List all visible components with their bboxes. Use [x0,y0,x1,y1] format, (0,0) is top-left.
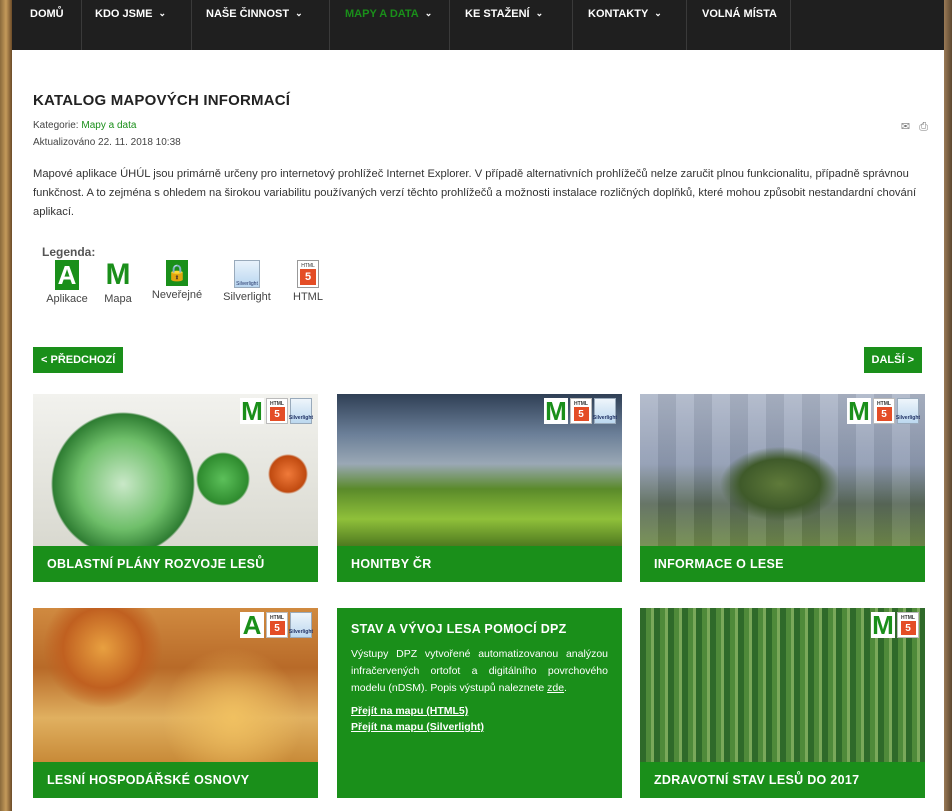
silverlight-icon: Silverlight [288,398,314,424]
legend-label: Neveřejné [151,289,203,301]
html5-icon-five: 5 [300,269,316,285]
html5-icon-five: 5 [269,621,285,635]
html5-icon: HTML 5 [266,398,288,424]
nav-home[interactable]: DOMŮ [12,0,82,50]
legend-item-silverlight: Silverlight Silverlight [212,260,282,303]
legend-item-html: HTML 5 HTML [288,260,328,303]
map-icon: M [871,609,895,640]
nav-about-label: KDO JSME [95,8,153,20]
card-title: OBLASTNÍ PLÁNY ROZVOJE LESŮ [33,546,318,582]
card-title: LESNÍ HOSPODÁŘSKÉ OSNOVY [33,762,318,798]
card-title: HONITBY ČR [337,546,622,582]
nav-downloads-label: KE STAŽENÍ [465,8,530,20]
html5-icon-five: 5 [900,621,916,635]
next-button[interactable]: DALŠÍ > [863,347,922,373]
card-title: INFORMACE O LESE [640,546,925,582]
silverlight-icon: Silverlight [234,260,260,288]
card-forest-plans[interactable]: M HTML 5 Silverlight OBLASTNÍ PLÁNY ROZVO… [33,394,318,582]
nav-downloads[interactable]: KE STAŽENÍ ⌄ [450,0,573,50]
dpz-silverlight-link[interactable]: Přejít na mapu (Silverlight) [351,719,608,735]
legend-label: Mapa [104,293,132,305]
app-icon: A [240,610,264,640]
legend-item-app: A Aplikace [42,260,92,306]
updated-date: Aktualizováno 22. 11. 2018 10:38 [33,137,181,148]
legend-label: Silverlight [223,291,271,303]
html5-icon: HTML 5 [570,398,592,424]
dpz-description: Výstupy DPZ vytvořené automatizovanou an… [351,646,608,697]
print-icon[interactable]: ⎙ [919,121,928,133]
legend-label: HTML [293,291,323,303]
card-badges: M HTML 5 [871,609,919,640]
chevron-down-icon: ⌄ [158,8,167,18]
dpz-text-end: . [564,682,567,694]
map-icon: M [105,258,131,291]
chevron-down-icon: ⌄ [654,8,662,18]
card-badges: M HTML 5 Silverlight [847,395,921,426]
page-title: KATALOG MAPOVÝCH INFORMACÍ [33,92,291,109]
dpz-title: STAV A VÝVOJ LESA POMOCÍ DPZ [351,622,567,636]
nav-activities-label: NAŠE ČINNOST [206,8,290,20]
mail-icon[interactable]: ✉ [901,121,910,133]
html5-icon: HTML 5 [266,612,288,638]
chevron-down-icon: ⌄ [535,8,544,18]
html5-icon: HTML 5 [897,612,919,638]
card-badges: M HTML 5 Silverlight [240,395,314,426]
legend-title: Legenda: [42,245,96,259]
silverlight-icon: Silverlight [592,398,618,424]
silverlight-icon-text: Silverlight [895,415,921,421]
legend-item-map: M Mapa [98,258,138,305]
card-title: ZDRAVOTNÍ STAV LESŮ DO 2017 [640,762,925,798]
silverlight-icon-text: Silverlight [288,415,314,421]
map-icon: M [544,395,568,426]
silverlight-icon-text: Silverlight [592,415,618,421]
card-hunting-grounds[interactable]: M HTML 5 Silverlight HONITBY ČR [337,394,622,582]
chevron-down-icon: ⌄ [295,8,303,18]
html5-icon-five: 5 [573,407,589,421]
html5-icon: HTML 5 [873,398,895,424]
silverlight-icon: Silverlight [895,398,921,424]
card-badges: M HTML 5 Silverlight [544,395,618,426]
chevron-down-icon: ⌄ [424,8,433,18]
nav-contacts[interactable]: KONTAKTY ⌄ [573,0,687,50]
silverlight-icon-text: Silverlight [288,629,314,635]
dpz-zde-link[interactable]: zde [547,682,564,694]
html5-icon-five: 5 [269,407,285,421]
dpz-html5-link[interactable]: Přejít na mapu (HTML5) [351,703,608,719]
html5-icon-five: 5 [876,407,892,421]
nav-contacts-label: KONTAKTY [588,8,649,20]
category-link[interactable]: Mapy a data [81,120,136,131]
html5-icon: HTML 5 [297,260,319,288]
legend-label: Aplikace [46,293,88,305]
map-icon: M [847,395,871,426]
app-icon: A [55,260,79,290]
card-badges: A HTML 5 Silverlight [240,610,314,640]
nav-activities[interactable]: NAŠE ČINNOST ⌄ [192,0,330,50]
category-line: Kategorie: Mapy a data [33,120,136,131]
nav-jobs-label: VOLNÁ MÍSTA [702,8,777,20]
intro-text: Mapové aplikace ÚHÚL jsou primárně určen… [33,168,917,218]
map-icon: M [240,395,264,426]
nav-jobs[interactable]: VOLNÁ MÍSTA [687,0,791,50]
lock-icon: 🔒 [166,260,188,286]
nav-maps-data-label: MAPY A DATA [345,8,419,20]
silverlight-icon-text: Silverlight [236,281,258,287]
card-forest-health[interactable]: M HTML 5 ZDRAVOTNÍ STAV LESŮ DO 2017 [640,608,925,798]
card-dpz: STAV A VÝVOJ LESA POMOCÍ DPZ Výstupy DPZ… [337,608,622,798]
main-navbar: DOMŮ KDO JSME ⌄ NAŠE ČINNOST ⌄ MAPY A DA… [12,0,944,50]
nav-maps-data[interactable]: MAPY A DATA ⌄ [330,0,450,50]
card-forest-management[interactable]: A HTML 5 Silverlight LESNÍ HOSPODÁŘSKÉ OS… [33,608,318,798]
previous-button[interactable]: < PŘEDCHOZÍ [33,347,124,373]
dpz-text: Výstupy DPZ vytvořené automatizovanou an… [351,648,608,694]
card-forest-info[interactable]: M HTML 5 Silverlight INFORMACE O LESE [640,394,925,582]
nav-home-label: DOMŮ [30,8,64,20]
legend-item-private: 🔒 Neveřejné [146,260,208,301]
article-tools: ✉ ⎙ [895,120,928,134]
silverlight-icon: Silverlight [288,612,314,638]
nav-about[interactable]: KDO JSME ⌄ [82,0,192,50]
category-prefix: Kategorie: [33,120,82,131]
main-content: KATALOG MAPOVÝCH INFORMACÍ Kategorie: Ma… [12,50,944,811]
